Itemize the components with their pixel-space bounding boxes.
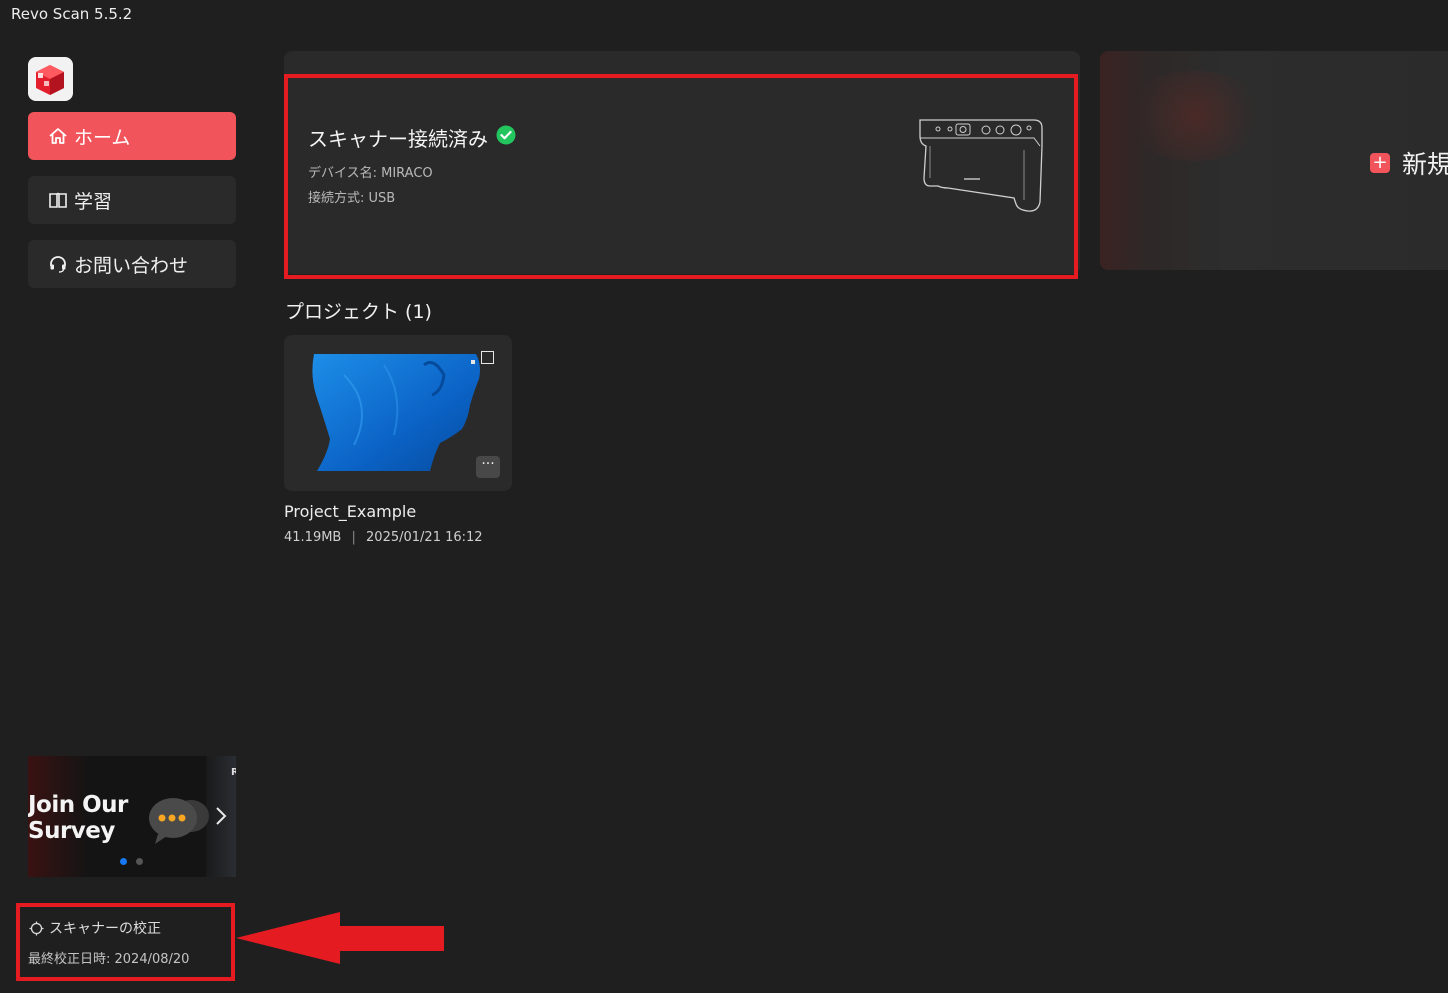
sidebar-item-home[interactable]: ホーム: [28, 112, 236, 160]
meta-divider: |: [351, 530, 356, 545]
survey-banner[interactable]: Join Our Survey R: [28, 756, 236, 877]
sidebar-item-learning[interactable]: 学習: [28, 176, 236, 224]
scanner-device-image: [916, 116, 1046, 218]
new-project-button[interactable]: + 新規: [1370, 145, 1448, 181]
chat-bubble-icon: [149, 798, 209, 844]
window-title: Revo Scan 5.5.2: [11, 5, 133, 23]
connection-type: 接続方式: USB: [308, 191, 396, 206]
project-thumbnail[interactable]: ···: [284, 335, 512, 491]
annotation-highlight-box: [16, 903, 235, 981]
calibration-label: スキャナーの校正: [49, 921, 161, 937]
carousel-dot[interactable]: [136, 858, 143, 865]
headset-icon: [48, 254, 68, 274]
scanner-status-text: スキャナー接続済み: [308, 127, 488, 151]
plus-icon: +: [1370, 153, 1390, 173]
device-name: デバイス名: MIRACO: [308, 166, 433, 181]
banner-edge-text: R: [231, 767, 236, 778]
project-meta: 41.19MB | 2025/01/21 16:12: [284, 530, 483, 545]
project-size: 41.19MB: [284, 530, 342, 545]
sidebar-item-label: お問い合わせ: [74, 254, 189, 277]
project-select-checkbox[interactable]: [481, 351, 494, 364]
home-icon: [48, 126, 68, 146]
new-project-label: 新規: [1402, 150, 1448, 179]
last-calibration-date: 最終校正日時: 2024/08/20: [28, 952, 190, 967]
sidebar-item-label: 学習: [74, 190, 113, 213]
crosshair-icon: [29, 921, 44, 936]
banner-headline: Join Our Survey: [28, 792, 128, 844]
app-logo: [28, 57, 73, 101]
project-date: 2025/01/21 16:12: [366, 530, 483, 545]
sidebar-item-label: ホーム: [74, 126, 131, 149]
check-circle-icon: [496, 125, 516, 150]
banner-next-arrow-icon[interactable]: [215, 806, 227, 826]
annotation-arrow: [236, 912, 444, 964]
projects-title: プロジェクト (1): [285, 301, 432, 323]
scanner-status: スキャナー接続済み: [308, 123, 516, 152]
carousel-dot-active[interactable]: [120, 858, 127, 865]
book-icon: [48, 190, 68, 210]
project-name[interactable]: Project_Example: [284, 502, 416, 521]
more-options-button[interactable]: ···: [476, 456, 500, 478]
sidebar-item-contact[interactable]: お問い合わせ: [28, 240, 236, 288]
scanner-calibration-button[interactable]: スキャナーの校正: [29, 918, 161, 938]
card-glow: [1120, 71, 1270, 161]
